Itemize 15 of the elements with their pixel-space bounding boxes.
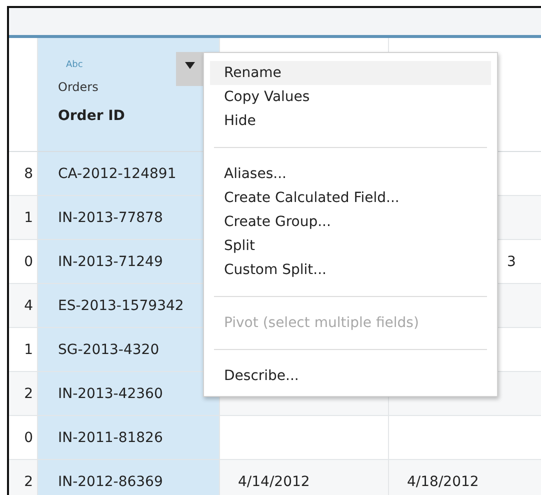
- table-cell: 1: [9, 196, 38, 240]
- caret-down-icon: [185, 62, 195, 69]
- table-cell: IN-2013-42360: [38, 372, 220, 416]
- table-cell: 4/14/2012: [220, 460, 389, 495]
- table-cell: 4/18/2012: [389, 460, 541, 495]
- field-type-label: Abc: [66, 60, 83, 70]
- table-cell: IN-2012-86369: [38, 460, 220, 495]
- menu-item[interactable]: Rename: [210, 61, 491, 85]
- table-cell: 4: [9, 284, 38, 328]
- table-cell: 2: [9, 372, 38, 416]
- column-name: Order ID: [58, 108, 125, 124]
- column-menu-button[interactable]: [176, 52, 204, 86]
- table-cell: 2: [9, 460, 38, 495]
- table-cell: IN-2011-81826: [38, 416, 220, 460]
- table-source-label: Orders: [58, 80, 98, 94]
